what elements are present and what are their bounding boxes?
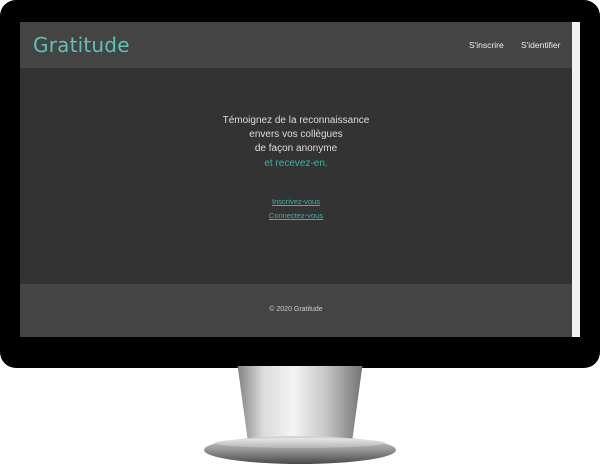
monitor-stand-neck xyxy=(237,366,363,442)
signup-cta-row: Inscrivez-vous xyxy=(20,196,572,207)
tagline-line-2: envers vos collègues xyxy=(249,129,343,140)
footer: © 2020 Gratitude xyxy=(20,284,572,337)
signup-cta-link[interactable]: Inscrivez-vous xyxy=(272,197,320,206)
login-cta-row: Connectez-vous xyxy=(20,210,572,221)
tagline-line-3: de façon anonyme xyxy=(254,143,338,154)
nav-signup-link[interactable]: S'inscrire xyxy=(469,38,504,52)
screen: Gratitude S'inscrire S'identifier Témoig… xyxy=(20,22,580,337)
tagline-line-4-accent: et recevez-en. xyxy=(264,158,328,169)
top-navbar: Gratitude S'inscrire S'identifier xyxy=(20,22,572,68)
nav-login-link[interactable]: S'identifier xyxy=(521,38,560,52)
monitor-bezel: Gratitude S'inscrire S'identifier Témoig… xyxy=(0,0,600,368)
monitor-stand-base-highlight xyxy=(215,438,385,448)
copyright-text: © 2020 Gratitude xyxy=(269,306,323,313)
vertical-scrollbar[interactable] xyxy=(572,22,580,337)
tagline-line-1: Témoignez de la reconnaissance xyxy=(222,115,370,126)
login-cta-link[interactable]: Connectez-vous xyxy=(269,211,323,220)
hero-section: Témoignez de la reconnaissance envers vo… xyxy=(20,68,572,284)
brand-logo[interactable]: Gratitude xyxy=(33,32,130,58)
